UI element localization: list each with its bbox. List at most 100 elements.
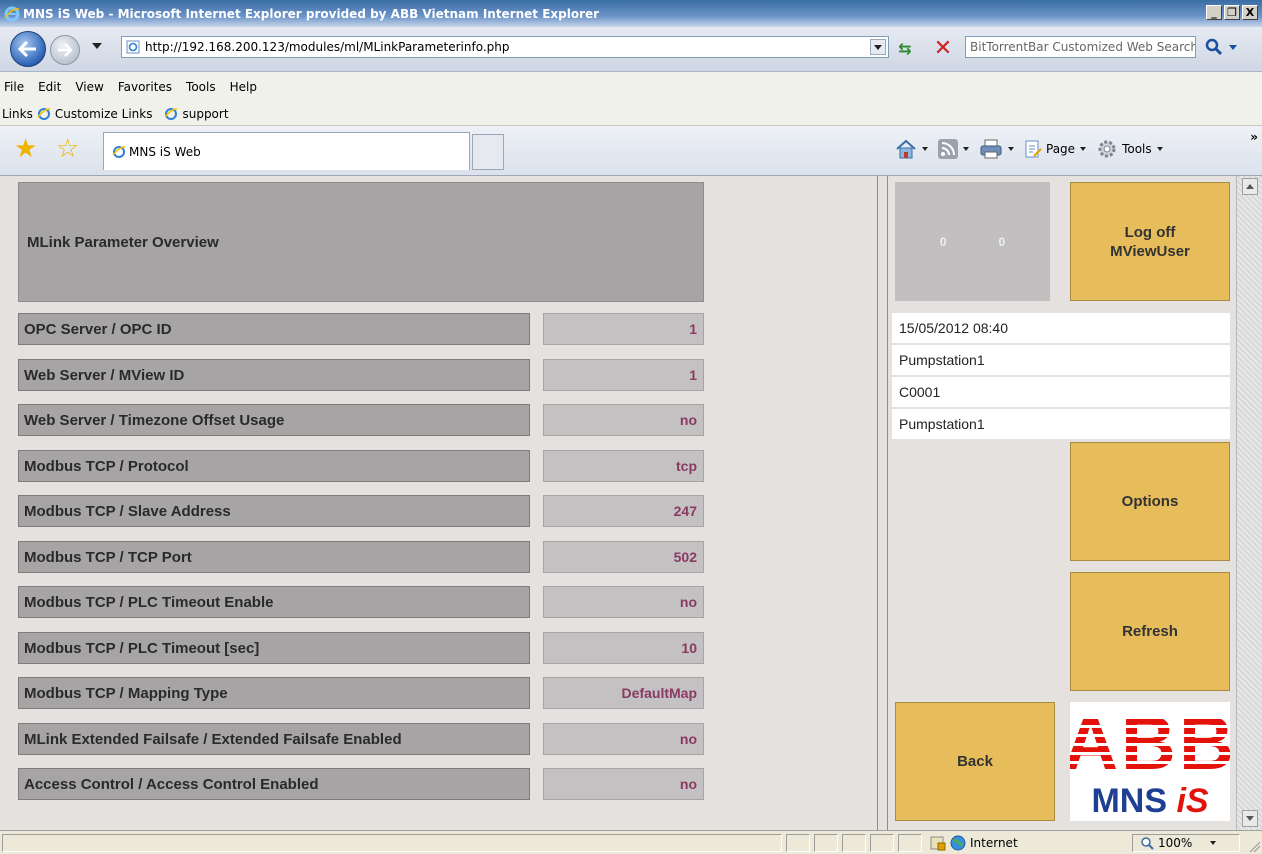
page-content: MLink Parameter Overview OPC Server / OP…	[0, 176, 1262, 830]
links-bar: Links Customize Links support	[0, 102, 1262, 126]
gear-icon	[1098, 140, 1116, 158]
toolbar-overflow-chevron-icon[interactable]: »	[1250, 130, 1258, 144]
search-button[interactable]	[1199, 33, 1243, 61]
parameter-value: 247	[543, 495, 704, 527]
menu-help[interactable]: Help	[230, 80, 257, 94]
history-dropdown-icon[interactable]	[92, 43, 102, 49]
status-pane	[814, 834, 838, 852]
status-pane	[870, 834, 894, 852]
parameter-value: 1	[543, 359, 704, 391]
tools-menu-button[interactable]: Tools	[1096, 138, 1163, 160]
menu-view[interactable]: View	[75, 80, 103, 94]
forward-arrow-icon	[58, 43, 73, 57]
sidebar: 0 0 Log off MViewUser 15/05/2012 08:40 P…	[888, 176, 1236, 830]
abb-mns-is-logo: ABB MNS iS	[1070, 702, 1230, 821]
command-bar: Page Tools	[895, 138, 1173, 160]
zoom-dropdown-icon[interactable]	[1210, 841, 1217, 845]
parameter-value: no	[543, 768, 704, 800]
frame-divider[interactable]	[877, 176, 888, 830]
datetime-display: 15/05/2012 08:40	[892, 313, 1230, 343]
refresh-page-icon[interactable]: ⇆	[892, 36, 918, 60]
parameter-label: Modbus TCP / PLC Timeout Enable	[18, 586, 530, 618]
back-nav-button[interactable]: Back	[895, 702, 1055, 821]
menu-edit[interactable]: Edit	[38, 80, 61, 94]
menu-tools[interactable]: Tools	[186, 80, 216, 94]
alarm-counter-box: 0 0	[895, 182, 1050, 301]
parameter-value: no	[543, 723, 704, 755]
parameter-label: Access Control / Access Control Enabled	[18, 768, 530, 800]
menu-file[interactable]: File	[4, 80, 24, 94]
parameter-panel: MLink Parameter Overview OPC Server / OP…	[8, 176, 877, 830]
menu-bar: File Edit View Favorites Tools Help	[0, 72, 1262, 102]
status-bar: Internet 100%	[0, 830, 1262, 854]
window-title-bar: MNS iS Web - Microsoft Internet Explorer…	[0, 0, 1262, 27]
parameter-value: no	[543, 404, 704, 436]
parameter-value: no	[543, 586, 704, 618]
search-icon	[1205, 38, 1223, 56]
back-button[interactable]	[10, 31, 46, 67]
parameter-label: Modbus TCP / PLC Timeout [sec]	[18, 632, 530, 664]
ie-logo-icon	[4, 6, 20, 21]
new-tab-button[interactable]	[472, 134, 504, 170]
status-text-pane	[2, 834, 782, 852]
parameter-label: Modbus TCP / Protocol	[18, 450, 530, 482]
device-id: C0001	[892, 377, 1230, 407]
status-pane	[898, 834, 922, 852]
search-input[interactable]: BitTorrentBar Customized Web Search	[965, 36, 1196, 58]
ie-page-icon	[112, 145, 126, 158]
close-window-button[interactable]: X	[1242, 5, 1258, 20]
link-support[interactable]: support	[160, 107, 229, 121]
restore-button[interactable]: ❐	[1224, 5, 1240, 20]
page-menu-button[interactable]: Page	[1024, 139, 1087, 159]
stop-icon[interactable]: ✕	[930, 36, 956, 61]
parameter-value: 502	[543, 541, 704, 573]
scroll-down-button[interactable]	[1242, 810, 1258, 827]
forward-button[interactable]	[50, 35, 80, 65]
add-favorite-icon[interactable]: ☆	[56, 136, 79, 162]
tab-title: MNS iS Web	[129, 144, 201, 159]
resize-grip-icon[interactable]	[1248, 840, 1260, 852]
location-name: Pumpstation1	[892, 409, 1230, 439]
zoom-control[interactable]: 100%	[1140, 834, 1217, 852]
page-menu-icon	[1025, 140, 1042, 158]
parameter-label: Web Server / MView ID	[18, 359, 530, 391]
tab-mns-is-web[interactable]: MNS iS Web	[103, 132, 470, 170]
status-pane	[786, 834, 810, 852]
refresh-button[interactable]: Refresh	[1070, 572, 1230, 691]
address-field[interactable]: http://192.168.200.123/modules/ml/MLinkP…	[121, 36, 889, 58]
address-toolbar: http://192.168.200.123/modules/ml/MLinkP…	[0, 27, 1262, 72]
page-title: MLink Parameter Overview	[18, 182, 704, 302]
window-title: MNS iS Web - Microsoft Internet Explorer…	[23, 6, 600, 21]
feeds-button[interactable]	[938, 139, 969, 159]
scroll-up-button[interactable]	[1242, 178, 1258, 195]
parameter-label: Modbus TCP / Mapping Type	[18, 677, 530, 709]
logoff-button[interactable]: Log off MViewUser	[1070, 182, 1230, 301]
link-customize-links-label: Customize Links	[54, 106, 153, 121]
minimize-button[interactable]: _	[1206, 5, 1222, 20]
counter-value: 0	[998, 234, 1006, 249]
globe-icon	[950, 835, 966, 851]
parameter-label: OPC Server / OPC ID	[18, 313, 530, 345]
parameter-label: Modbus TCP / Slave Address	[18, 495, 530, 527]
parameter-value: tcp	[543, 450, 704, 482]
ie-page-icon	[37, 107, 50, 120]
home-icon	[896, 139, 916, 159]
search-options-dropdown-icon[interactable]	[1229, 44, 1237, 50]
print-button[interactable]	[979, 139, 1014, 159]
favorites-star-icon[interactable]: ★	[14, 136, 37, 162]
security-zone[interactable]: Internet	[930, 834, 1018, 852]
abb-logo-text: ABB	[1070, 702, 1230, 786]
parameter-label: MLink Extended Failsafe / Extended Fails…	[18, 723, 530, 755]
ie-page-icon	[164, 107, 178, 120]
menu-favorites[interactable]: Favorites	[118, 80, 172, 94]
zoom-level: 100%	[1158, 836, 1193, 850]
mns-is-logo-text: MNS iS	[1091, 782, 1208, 820]
vertical-scrollbar[interactable]	[1236, 176, 1262, 830]
parameter-value: 1	[543, 313, 704, 345]
address-dropdown-button[interactable]	[870, 39, 886, 55]
status-pane	[842, 834, 866, 852]
options-button[interactable]: Options	[1070, 442, 1230, 561]
link-customize-links[interactable]: Customize Links	[33, 106, 153, 121]
protected-mode-icon	[930, 836, 946, 851]
home-button[interactable]	[895, 139, 928, 159]
